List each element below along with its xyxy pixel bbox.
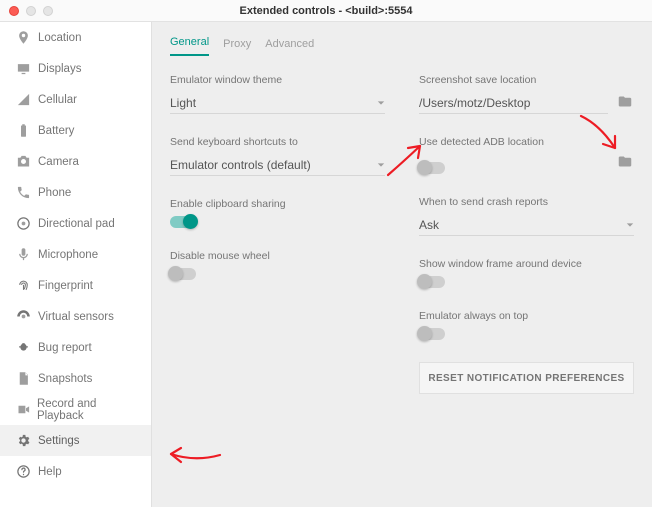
- field-crash-reports: When to send crash reports Ask: [419, 196, 634, 236]
- crash-reports-select[interactable]: Ask: [419, 214, 634, 236]
- sidebar-item-label: Fingerprint: [38, 280, 93, 292]
- crash-reports-label: When to send crash reports: [419, 196, 634, 208]
- adb-browse-button[interactable]: [616, 154, 634, 174]
- sidebar-item-battery[interactable]: Battery: [0, 115, 151, 146]
- sidebar-item-label: Location: [38, 32, 81, 44]
- settings-icon: [16, 433, 38, 448]
- sidebar-item-location[interactable]: Location: [0, 22, 151, 53]
- always-on-top-label: Emulator always on top: [419, 310, 634, 322]
- sidebar-item-label: Record and Playback: [37, 398, 141, 422]
- sidebar-item-label: Directional pad: [38, 218, 115, 230]
- sidebar-item-label: Cellular: [38, 94, 77, 106]
- tab-general[interactable]: General: [170, 36, 209, 56]
- screenshot-location-value[interactable]: /Users/motz/Desktop: [419, 92, 608, 114]
- sidebar: Location Displays Cellular Battery Camera Pho…: [0, 22, 152, 507]
- sidebar-item-settings[interactable]: Settings: [0, 425, 151, 456]
- camera-icon: [16, 154, 38, 169]
- sidebar-item-label: Virtual sensors: [38, 311, 114, 323]
- window-titlebar: Extended controls - <build>:5554: [0, 0, 652, 22]
- sidebar-item-phone[interactable]: Phone: [0, 177, 151, 208]
- fingerprint-icon: [16, 278, 38, 293]
- keyboard-shortcuts-label: Send keyboard shortcuts to: [170, 136, 385, 148]
- sidebar-item-record-and-playback[interactable]: Record and Playback: [0, 394, 151, 425]
- sidebar-item-camera[interactable]: Camera: [0, 146, 151, 177]
- field-disable-mouse-wheel: Disable mouse wheel: [170, 250, 385, 280]
- field-emulator-theme: Emulator window theme Light: [170, 74, 385, 114]
- sensors-icon: [16, 309, 38, 324]
- settings-tabs: General Proxy Advanced: [170, 22, 634, 56]
- clipboard-sharing-toggle[interactable]: [170, 216, 196, 228]
- chevron-down-icon: [626, 218, 634, 232]
- window-frame-toggle[interactable]: [419, 276, 445, 288]
- emulator-theme-label: Emulator window theme: [170, 74, 385, 86]
- tab-proxy[interactable]: Proxy: [223, 38, 251, 56]
- sidebar-item-bug-report[interactable]: Bug report: [0, 332, 151, 363]
- battery-icon: [16, 123, 38, 138]
- sidebar-item-virtual-sensors[interactable]: Virtual sensors: [0, 301, 151, 332]
- field-window-frame: Show window frame around device: [419, 258, 634, 288]
- settings-panel: General Proxy Advanced Emulator window the…: [152, 22, 652, 507]
- folder-icon: [616, 94, 634, 109]
- location-icon: [16, 30, 38, 45]
- microphone-icon: [16, 247, 38, 262]
- sidebar-item-label: Phone: [38, 187, 71, 199]
- sidebar-item-label: Snapshots: [38, 373, 92, 385]
- reset-notification-preferences-button[interactable]: RESET NOTIFICATION PREFERENCES: [419, 362, 634, 394]
- sidebar-item-displays[interactable]: Displays: [0, 53, 151, 84]
- sidebar-item-fingerprint[interactable]: Fingerprint: [0, 270, 151, 301]
- clipboard-sharing-label: Enable clipboard sharing: [170, 198, 385, 210]
- sidebar-item-label: Settings: [38, 435, 80, 447]
- sidebar-item-label: Camera: [38, 156, 79, 168]
- field-screenshot-location: Screenshot save location /Users/motz/Des…: [419, 74, 634, 114]
- sidebar-item-label: Bug report: [38, 342, 92, 354]
- disable-mouse-wheel-toggle[interactable]: [170, 268, 196, 280]
- screenshot-location-label: Screenshot save location: [419, 74, 634, 86]
- displays-icon: [16, 61, 38, 76]
- snapshots-icon: [16, 371, 38, 386]
- folder-icon: [616, 154, 634, 169]
- bug-icon: [16, 340, 38, 355]
- sidebar-item-cellular[interactable]: Cellular: [0, 84, 151, 115]
- sidebar-item-label: Help: [38, 466, 62, 478]
- window-frame-label: Show window frame around device: [419, 258, 634, 270]
- chevron-down-icon: [377, 158, 385, 172]
- keyboard-shortcuts-select[interactable]: Emulator controls (default): [170, 154, 385, 176]
- tab-advanced[interactable]: Advanced: [265, 38, 314, 56]
- help-icon: [16, 464, 38, 479]
- sidebar-item-help[interactable]: Help: [0, 456, 151, 487]
- cellular-icon: [16, 92, 38, 107]
- sidebar-item-snapshots[interactable]: Snapshots: [0, 363, 151, 394]
- dpad-icon: [16, 216, 38, 231]
- record-icon: [16, 402, 37, 417]
- emulator-theme-select[interactable]: Light: [170, 92, 385, 114]
- screenshot-browse-button[interactable]: [616, 94, 634, 114]
- window-title: Extended controls - <build>:5554: [0, 5, 652, 17]
- disable-mouse-wheel-label: Disable mouse wheel: [170, 250, 385, 262]
- sidebar-item-microphone[interactable]: Microphone: [0, 239, 151, 270]
- sidebar-item-label: Battery: [38, 125, 74, 137]
- sidebar-item-directional-pad[interactable]: Directional pad: [0, 208, 151, 239]
- field-always-on-top: Emulator always on top: [419, 310, 634, 340]
- sidebar-item-label: Displays: [38, 63, 81, 75]
- field-clipboard-sharing: Enable clipboard sharing: [170, 198, 385, 228]
- always-on-top-toggle[interactable]: [419, 328, 445, 340]
- sidebar-item-label: Microphone: [38, 249, 98, 261]
- adb-location-label: Use detected ADB location: [419, 136, 634, 148]
- field-keyboard-shortcuts: Send keyboard shortcuts to Emulator cont…: [170, 136, 385, 176]
- chevron-down-icon: [377, 96, 385, 110]
- field-adb-location: Use detected ADB location: [419, 136, 634, 174]
- phone-icon: [16, 185, 38, 200]
- adb-location-toggle[interactable]: [419, 162, 445, 174]
